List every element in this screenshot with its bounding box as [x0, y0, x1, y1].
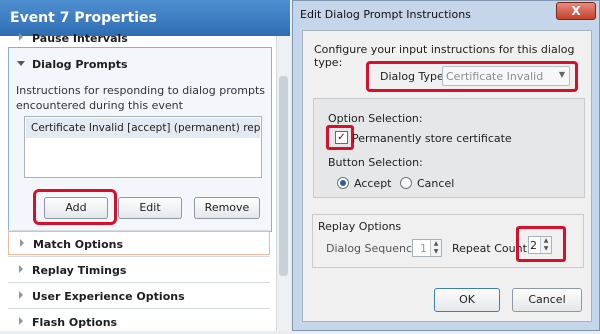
accept-radio[interactable]	[337, 177, 349, 189]
section-replay-timings[interactable]: Replay Timings	[8, 258, 270, 282]
section-label: Replay Timings	[32, 264, 127, 277]
dialog-sequence-spinner[interactable]: 1 ▲ ▼	[412, 239, 442, 257]
edit-button[interactable]: Edit	[118, 197, 182, 219]
dialog-title: Edit Dialog Prompt Instructions	[300, 8, 471, 21]
chevron-down-icon	[17, 61, 25, 66]
dialog-type-highlight	[366, 61, 578, 92]
ok-button[interactable]: OK	[434, 288, 500, 312]
dialog-sequence-label: Dialog Sequence:	[326, 242, 423, 255]
prompts-list[interactable]: Certificate Invalid [accept] (permanent)…	[24, 116, 262, 178]
repeat-count-highlight	[516, 226, 566, 262]
panel-scrollbar[interactable]	[276, 36, 290, 331]
chevron-right-icon	[19, 33, 23, 41]
section-label: Match Options	[33, 238, 123, 251]
button-selection-label: Button Selection:	[328, 156, 423, 169]
cancel-radio-label: Cancel	[417, 177, 455, 190]
dialog-sequence-value: 1	[420, 242, 427, 255]
chevron-right-icon	[19, 291, 23, 299]
radio-selected-dot	[340, 180, 346, 186]
chevron-right-icon	[19, 317, 23, 325]
section-dialog-prompts[interactable]: Dialog Prompts	[8, 52, 270, 76]
section-divider	[8, 256, 270, 257]
close-button[interactable]: X	[556, 2, 596, 20]
section-label: Flash Options	[32, 316, 118, 329]
accept-label: Accept	[354, 177, 392, 190]
spinner-arrows-icon[interactable]: ▲ ▼	[430, 240, 441, 256]
checkbox-highlight	[326, 125, 354, 150]
add-highlight	[33, 189, 117, 225]
permanent-label: Permanently store certificate	[352, 132, 512, 145]
chevron-right-icon	[19, 265, 23, 273]
cancel-button[interactable]: Cancel	[512, 288, 582, 312]
section-flash-options[interactable]: Flash Options	[8, 310, 270, 334]
panel-title-text: Event 7 Properties	[10, 10, 157, 26]
option-selection-label: Option Selection:	[328, 112, 423, 125]
replay-options-label: Replay Options	[318, 220, 402, 233]
section-divider	[8, 308, 270, 309]
chevron-right-icon	[20, 239, 24, 247]
section-divider	[8, 282, 270, 283]
prompts-description: Instructions for responding to dialog pr…	[16, 84, 265, 112]
scrollbar-thumb[interactable]	[279, 76, 288, 276]
list-item[interactable]: Certificate Invalid [accept] (permanent)…	[26, 118, 260, 138]
section-label: User Experience Options	[32, 290, 185, 303]
cancel-radio[interactable]	[400, 177, 412, 189]
section-label: Pause Intervals	[32, 32, 128, 45]
section-user-experience[interactable]: User Experience Options	[8, 284, 270, 308]
section-label: Dialog Prompts	[32, 58, 128, 71]
remove-button[interactable]: Remove	[194, 197, 260, 219]
section-match-options[interactable]: Match Options	[8, 231, 270, 255]
